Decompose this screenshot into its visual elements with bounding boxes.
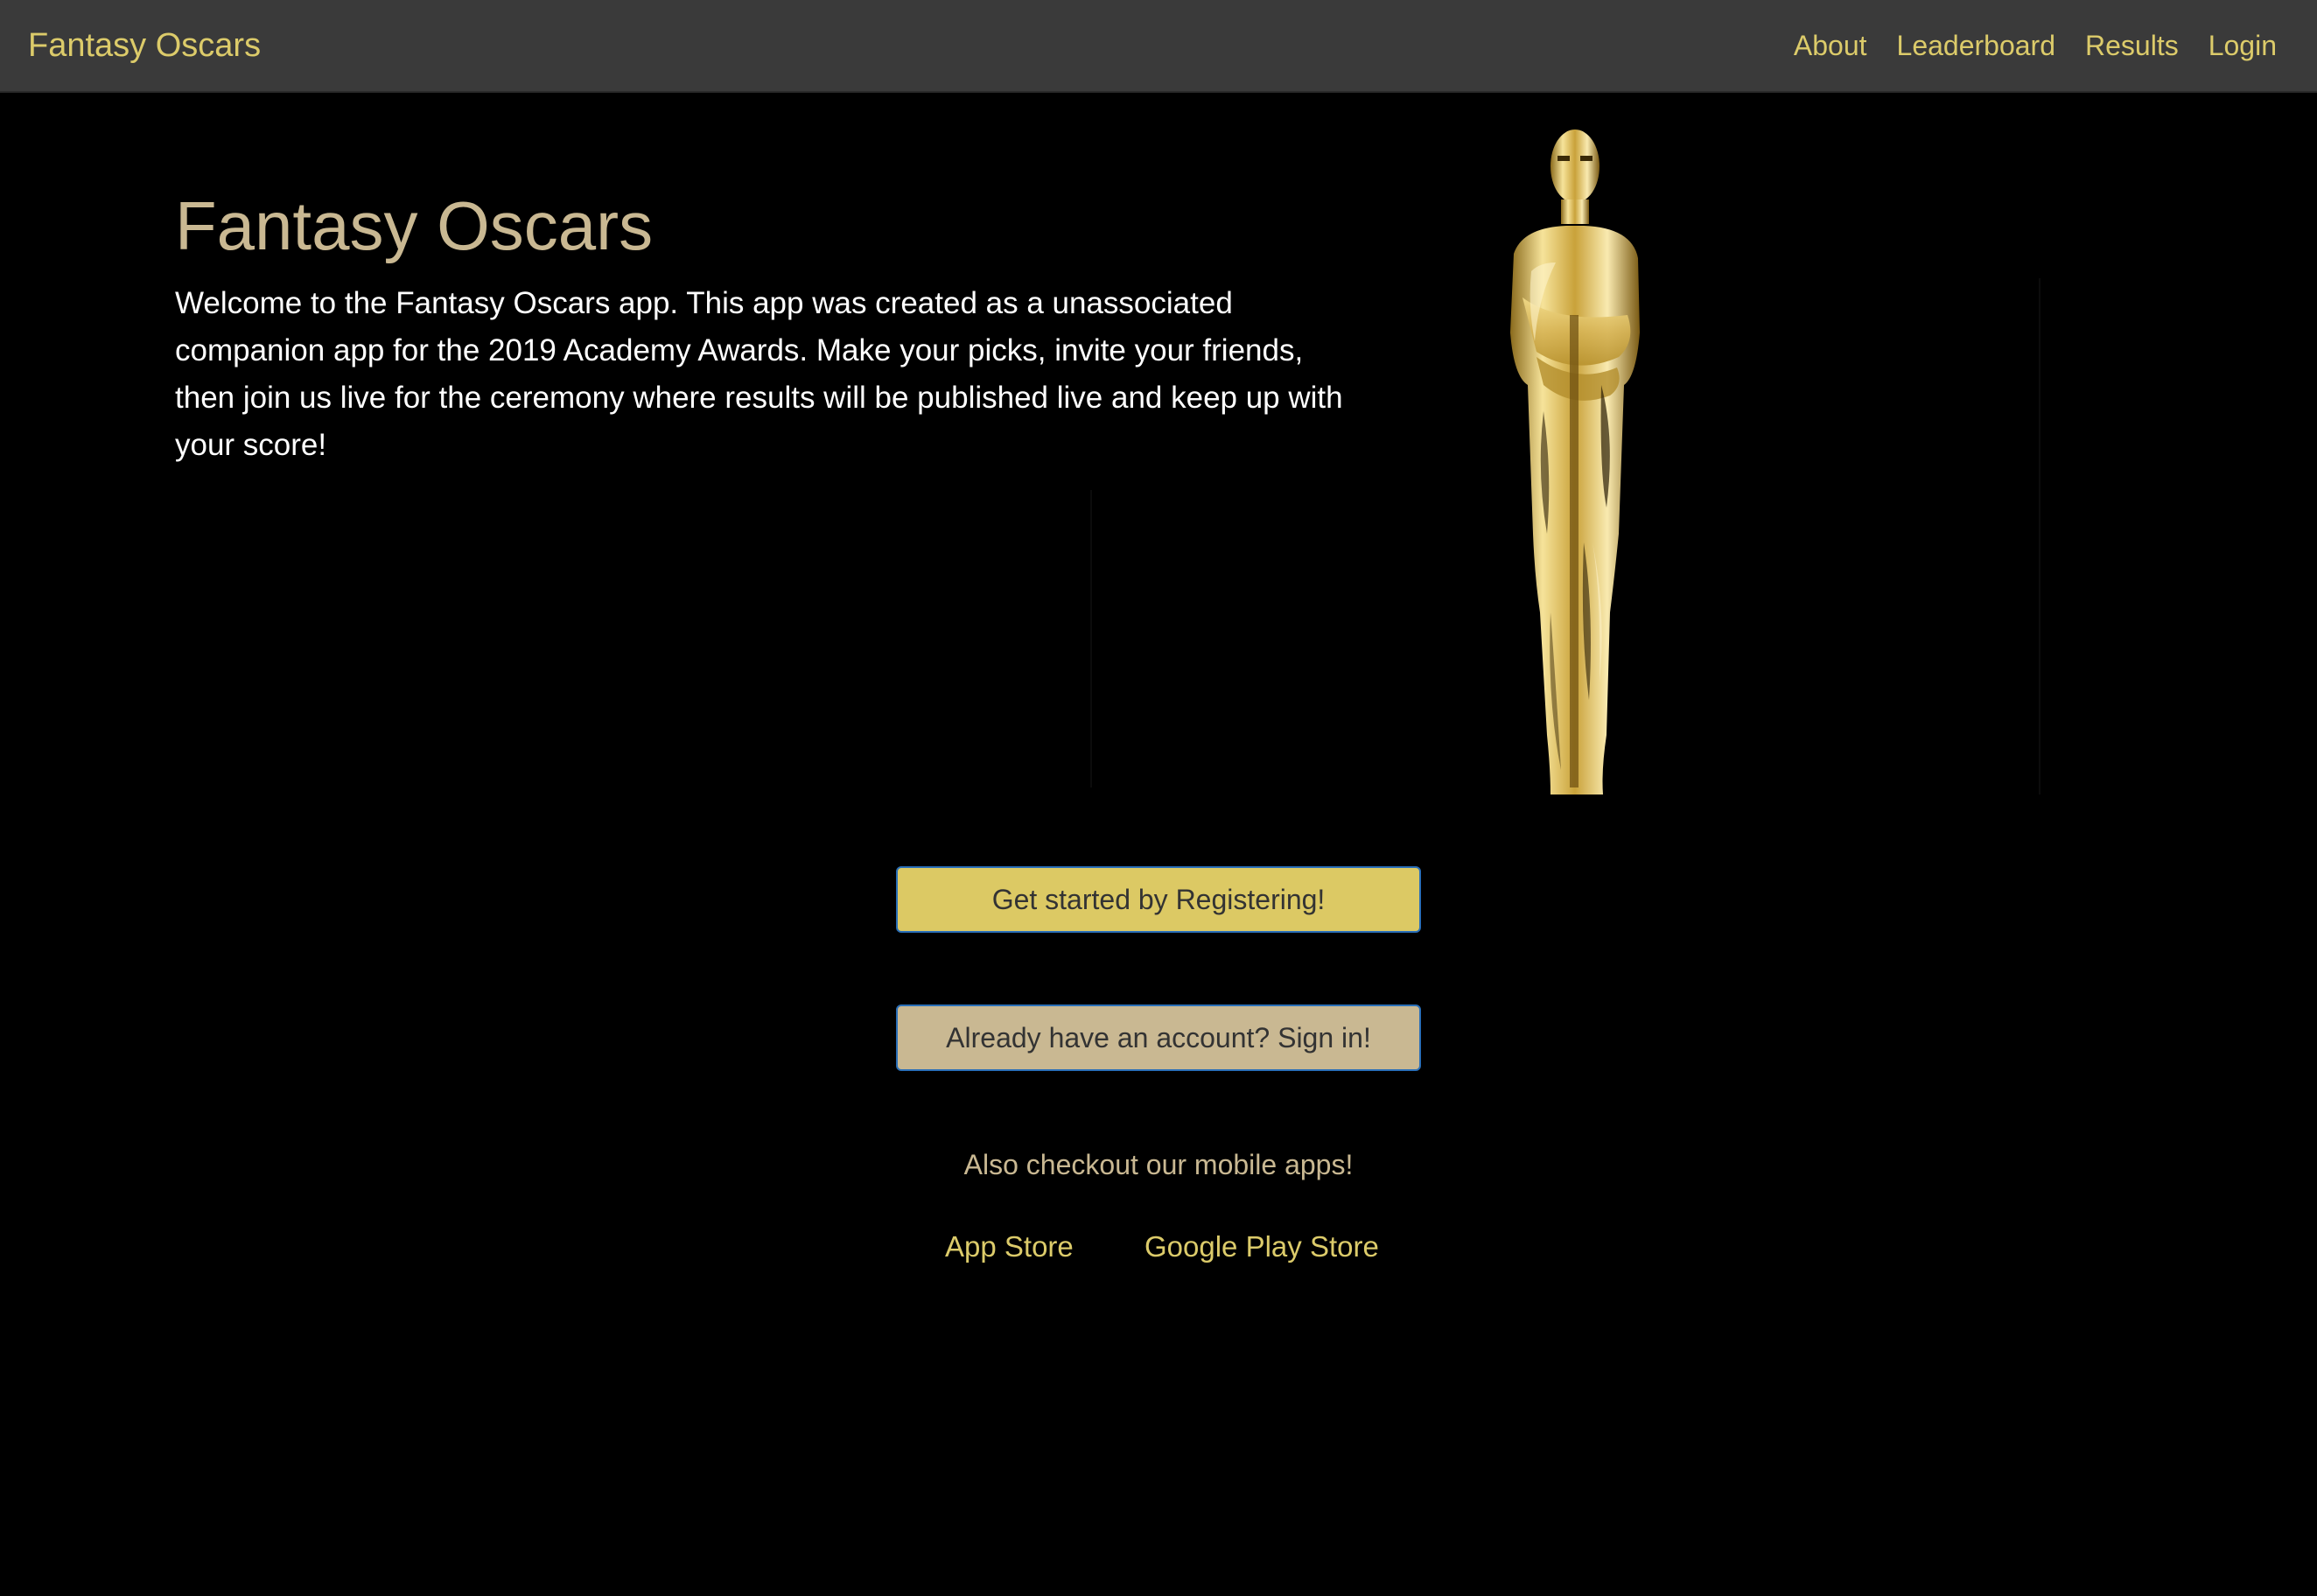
hero-description: Welcome to the Fantasy Oscars app. This …: [175, 286, 1343, 462]
google-play-link[interactable]: Google Play Store: [1144, 1225, 1379, 1269]
image-edge-line: [1090, 490, 1092, 788]
oscar-statue-icon: [1452, 122, 1698, 794]
nav-link-results[interactable]: Results: [2085, 23, 2179, 68]
nav-links: About Leaderboard Results Login: [1794, 23, 2277, 68]
register-button[interactable]: Get started by Registering!: [896, 866, 1421, 933]
nav-link-about[interactable]: About: [1794, 23, 1867, 68]
mobile-apps-text: Also checkout our mobile apps!: [963, 1149, 1354, 1180]
brand-link[interactable]: Fantasy Oscars: [28, 23, 261, 68]
navbar: Fantasy Oscars About Leaderboard Results…: [0, 0, 2317, 93]
page-title: Fantasy Oscars: [175, 187, 654, 264]
image-edge-line: [2039, 278, 2040, 794]
page: Fantasy Oscars About Leaderboard Results…: [0, 0, 2317, 1596]
app-store-link[interactable]: App Store: [945, 1225, 1074, 1269]
nav-link-login[interactable]: Login: [2208, 23, 2277, 68]
nav-link-leaderboard[interactable]: Leaderboard: [1897, 23, 2055, 68]
sign-in-button[interactable]: Already have an account? Sign in!: [896, 1004, 1421, 1071]
